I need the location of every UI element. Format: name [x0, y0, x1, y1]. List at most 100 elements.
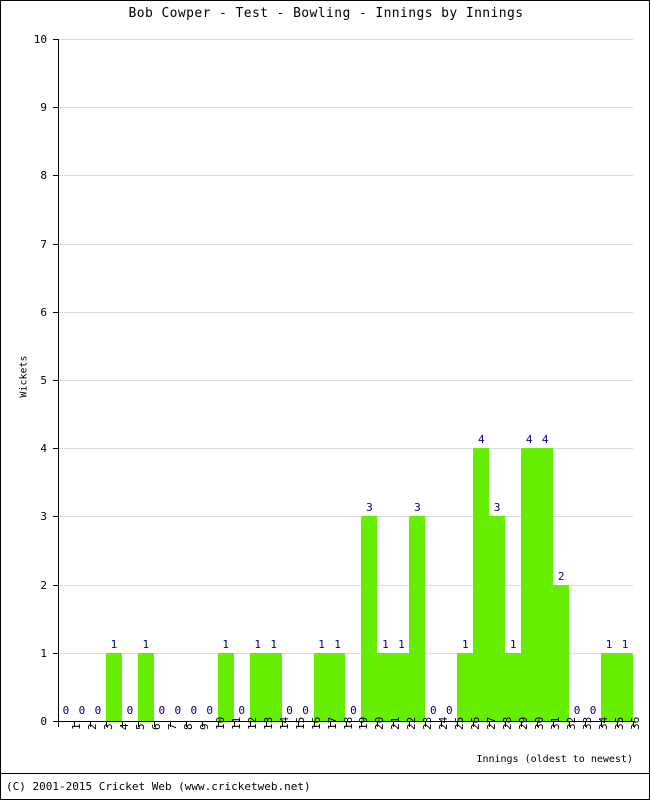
bar-value-label: 0 — [350, 704, 357, 717]
bar — [393, 652, 410, 721]
x-axis-tick — [585, 722, 586, 727]
x-axis-tick — [569, 722, 570, 727]
bar-value-label: 0 — [238, 704, 245, 717]
y-axis-tick-label: 0 — [40, 715, 47, 728]
x-axis-tick — [90, 722, 91, 727]
x-axis-tick-label: 33 — [581, 716, 595, 730]
y-axis-tick — [53, 380, 58, 381]
bar-value-label: 3 — [366, 501, 373, 515]
x-axis-tick-label: 16 — [309, 716, 323, 730]
x-axis-tick — [314, 722, 315, 727]
y-axis-tick-label: 4 — [40, 442, 47, 456]
x-axis-tick — [330, 722, 331, 727]
x-axis-tick-label: 24 — [437, 716, 451, 730]
x-axis-tick — [218, 722, 219, 727]
x-axis-tick — [425, 722, 426, 727]
bar-value-label: 0 — [206, 704, 214, 717]
y-axis-tick-label: 2 — [40, 578, 47, 592]
y-axis-tick — [53, 39, 58, 40]
y-axis-tick-label: 9 — [40, 101, 47, 115]
x-axis-tick-label: 3 — [101, 723, 115, 730]
y-axis-tick — [53, 584, 58, 586]
x-axis-tick — [138, 722, 139, 727]
x-axis-tick-label: 11 — [229, 716, 243, 730]
y-axis-line — [58, 39, 59, 722]
x-axis-tick — [553, 722, 554, 727]
y-axis-tick-label: 6 — [40, 305, 47, 319]
y-gridline — [58, 175, 633, 177]
bar-value-label: 0 — [589, 704, 597, 717]
footer-separator — [1, 773, 649, 774]
bar — [537, 448, 554, 721]
x-axis-tick — [58, 722, 59, 727]
bar — [617, 652, 633, 721]
copyright-footer: (C) 2001-2015 Cricket Web (www.cricketwe… — [6, 780, 311, 793]
y-gridline — [58, 380, 633, 381]
x-axis-tick — [473, 722, 474, 727]
y-axis-tick-label: 3 — [40, 510, 47, 524]
bar — [505, 652, 522, 721]
x-axis-tick — [617, 722, 618, 727]
x-axis-tick — [122, 722, 123, 727]
x-axis-tick — [154, 722, 155, 727]
bar — [361, 516, 378, 721]
x-axis-tick-label: 17 — [325, 716, 339, 730]
x-axis-tick — [202, 722, 203, 727]
x-axis-tick-label: 15 — [293, 716, 307, 730]
bar-value-label: 3 — [493, 501, 501, 515]
x-axis-tick-label: 25 — [453, 716, 467, 730]
x-axis-tick — [266, 722, 267, 727]
y-axis-tick — [53, 311, 58, 313]
x-axis-tick — [377, 722, 378, 727]
bar-value-label: 0 — [302, 704, 309, 717]
bar — [473, 448, 490, 721]
x-axis-tick — [74, 722, 75, 727]
y-gridline — [58, 107, 633, 109]
x-axis-tick — [457, 722, 458, 727]
x-axis-tick-label: 13 — [261, 716, 275, 730]
x-axis-tick — [298, 722, 299, 727]
x-axis-tick — [250, 722, 251, 727]
y-axis-tick — [53, 652, 58, 654]
bar — [377, 652, 394, 721]
bar — [489, 516, 506, 721]
y-axis-tick-label: 10 — [33, 33, 47, 46]
x-axis-tick-label: 29 — [517, 716, 531, 730]
bar-value-label: 0 — [94, 704, 102, 717]
bar-value-label: 1 — [461, 637, 469, 651]
x-axis-tick-label: 9 — [197, 723, 211, 730]
x-axis-tick-label: 14 — [277, 716, 291, 730]
x-axis-tick — [234, 722, 235, 727]
x-axis-tick — [393, 722, 394, 727]
y-axis-tick — [53, 175, 58, 177]
bar-value-label: 3 — [414, 501, 421, 515]
bar-value-label: 4 — [477, 433, 485, 447]
x-axis-tick-label: 35 — [613, 716, 627, 730]
bar-value-label: 4 — [541, 433, 549, 447]
x-axis-tick-label: 36 — [629, 716, 642, 730]
x-axis-tick-label: 1 — [69, 723, 83, 730]
y-gridline — [58, 39, 633, 40]
bar — [521, 448, 538, 721]
x-axis-tick — [489, 722, 490, 727]
x-axis-tick-label: 28 — [501, 716, 515, 730]
x-axis-tick-label: 27 — [485, 716, 499, 730]
x-axis-tick — [170, 722, 171, 727]
bar-value-label: 1 — [270, 637, 277, 651]
x-axis-tick-label: 8 — [181, 723, 195, 730]
x-axis-tick-label: 30 — [533, 716, 547, 730]
x-axis-tick-label: 2 — [85, 723, 99, 730]
y-gridline — [58, 311, 633, 313]
x-axis-tick-label: 31 — [549, 716, 563, 730]
x-axis-tick-label: 6 — [149, 723, 163, 730]
x-axis-tick — [505, 722, 506, 727]
y-axis-tick-label: 8 — [40, 169, 47, 183]
x-axis-tick-label: 32 — [565, 716, 579, 730]
plot-area — [58, 39, 633, 721]
x-axis-tick — [601, 722, 602, 727]
x-axis-tick-label: 26 — [469, 716, 483, 730]
bar-value-label: 1 — [509, 637, 517, 651]
y-axis-tick — [53, 516, 58, 518]
x-axis-tick — [186, 722, 187, 727]
bar-value-label: 1 — [398, 637, 405, 651]
